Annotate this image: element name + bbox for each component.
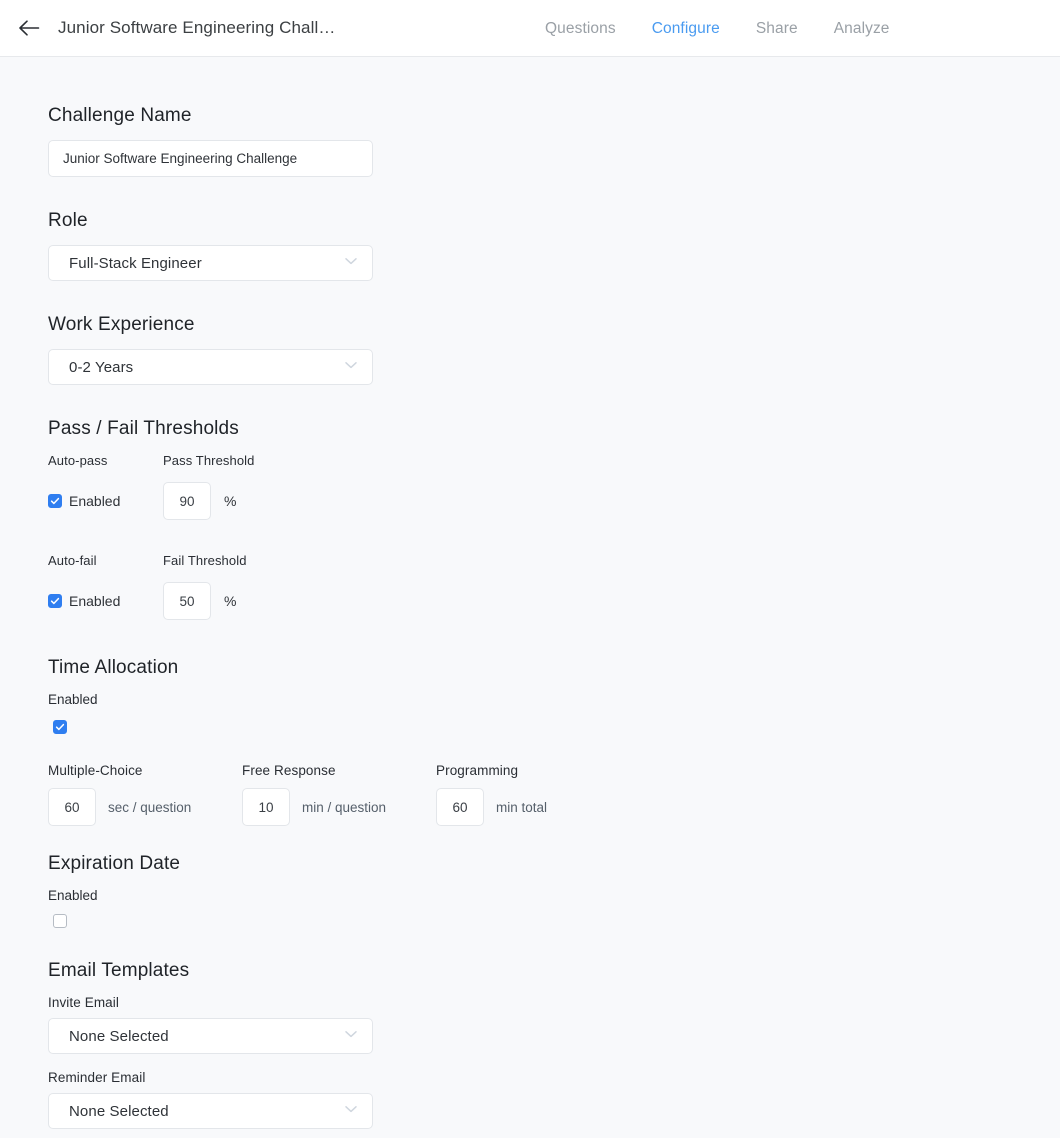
work-experience-heading: Work Experience [48, 314, 1060, 336]
invite-email-select[interactable]: None Selected [48, 1018, 373, 1054]
pass-threshold-unit: % [224, 493, 236, 509]
work-experience-select[interactable]: 0-2 Years [48, 349, 373, 385]
nav-tab-configure[interactable]: Configure [652, 20, 720, 38]
expiration-date-heading: Expiration Date [48, 853, 1060, 875]
programming-unit: min total [496, 800, 547, 815]
main-nav: Questions Configure Share Analyze [545, 0, 890, 57]
multiple-choice-input[interactable]: 60 [48, 788, 96, 826]
fail-threshold-input[interactable]: 50 [163, 582, 211, 620]
back-button[interactable] [12, 11, 46, 45]
auto-pass-label: Auto-pass [48, 453, 163, 468]
reminder-email-select-value: None Selected [69, 1103, 342, 1120]
invite-email-select-value: None Selected [69, 1028, 342, 1045]
auto-fail-checkbox[interactable] [48, 594, 62, 608]
auto-pass-block: Auto-pass Pass Threshold Enabled 90 % [48, 453, 1060, 520]
pass-threshold-input[interactable]: 90 [163, 482, 211, 520]
app-header: Junior Software Engineering Chall… Quest… [0, 0, 1060, 57]
auto-fail-enabled-text: Enabled [69, 593, 120, 609]
expiration-date-checkbox[interactable] [53, 914, 67, 928]
programming-input[interactable]: 60 [436, 788, 484, 826]
page-title: Junior Software Engineering Chall… [58, 18, 335, 38]
time-allocation-checkbox[interactable] [53, 720, 67, 734]
invite-email-label: Invite Email [48, 995, 1060, 1010]
multiple-choice-label: Multiple-Choice [48, 763, 242, 778]
chevron-down-icon [342, 1100, 360, 1123]
auto-fail-block: Auto-fail Fail Threshold Enabled 50 % [48, 553, 1060, 620]
fail-threshold-unit: % [224, 593, 236, 609]
chevron-down-icon [342, 1025, 360, 1048]
arrow-left-icon [18, 19, 40, 37]
nav-tab-share[interactable]: Share [756, 20, 798, 38]
auto-pass-checkbox[interactable] [48, 494, 62, 508]
fail-threshold-label: Fail Threshold [163, 553, 247, 568]
nav-tab-questions[interactable]: Questions [545, 20, 616, 38]
time-allocation-columns: Multiple-Choice 60 sec / question Free R… [48, 763, 1060, 826]
free-response-unit: min / question [302, 800, 386, 815]
reminder-email-label: Reminder Email [48, 1070, 1060, 1085]
auto-fail-label: Auto-fail [48, 553, 163, 568]
time-allocation-heading: Time Allocation [48, 657, 1060, 679]
work-experience-select-value: 0-2 Years [69, 359, 342, 376]
thresholds-heading: Pass / Fail Thresholds [48, 418, 1060, 440]
email-templates-heading: Email Templates [48, 960, 1060, 982]
chevron-down-icon [342, 252, 360, 275]
time-allocation-enabled-label: Enabled [48, 692, 1060, 707]
challenge-name-heading: Challenge Name [48, 105, 1060, 127]
programming-label: Programming [436, 763, 630, 778]
auto-fail-headers: Auto-fail Fail Threshold [48, 553, 1060, 568]
free-response-input[interactable]: 10 [242, 788, 290, 826]
role-heading: Role [48, 210, 1060, 232]
expiration-date-enabled-label: Enabled [48, 888, 1060, 903]
challenge-name-input[interactable]: Junior Software Engineering Challenge [48, 140, 373, 177]
pass-threshold-label: Pass Threshold [163, 453, 255, 468]
role-select-value: Full-Stack Engineer [69, 255, 342, 272]
time-allocation-col-programming: Programming 60 min total [436, 763, 630, 826]
auto-pass-enabled-text: Enabled [69, 493, 120, 509]
configure-form: Challenge Name Junior Software Engineeri… [0, 57, 1060, 1129]
time-allocation-col-multiple-choice: Multiple-Choice 60 sec / question [48, 763, 242, 826]
auto-pass-headers: Auto-pass Pass Threshold [48, 453, 1060, 468]
free-response-label: Free Response [242, 763, 436, 778]
reminder-email-select[interactable]: None Selected [48, 1093, 373, 1129]
time-allocation-col-free-response: Free Response 10 min / question [242, 763, 436, 826]
nav-tab-analyze[interactable]: Analyze [834, 20, 890, 38]
role-select[interactable]: Full-Stack Engineer [48, 245, 373, 281]
chevron-down-icon [342, 356, 360, 379]
multiple-choice-unit: sec / question [108, 800, 191, 815]
